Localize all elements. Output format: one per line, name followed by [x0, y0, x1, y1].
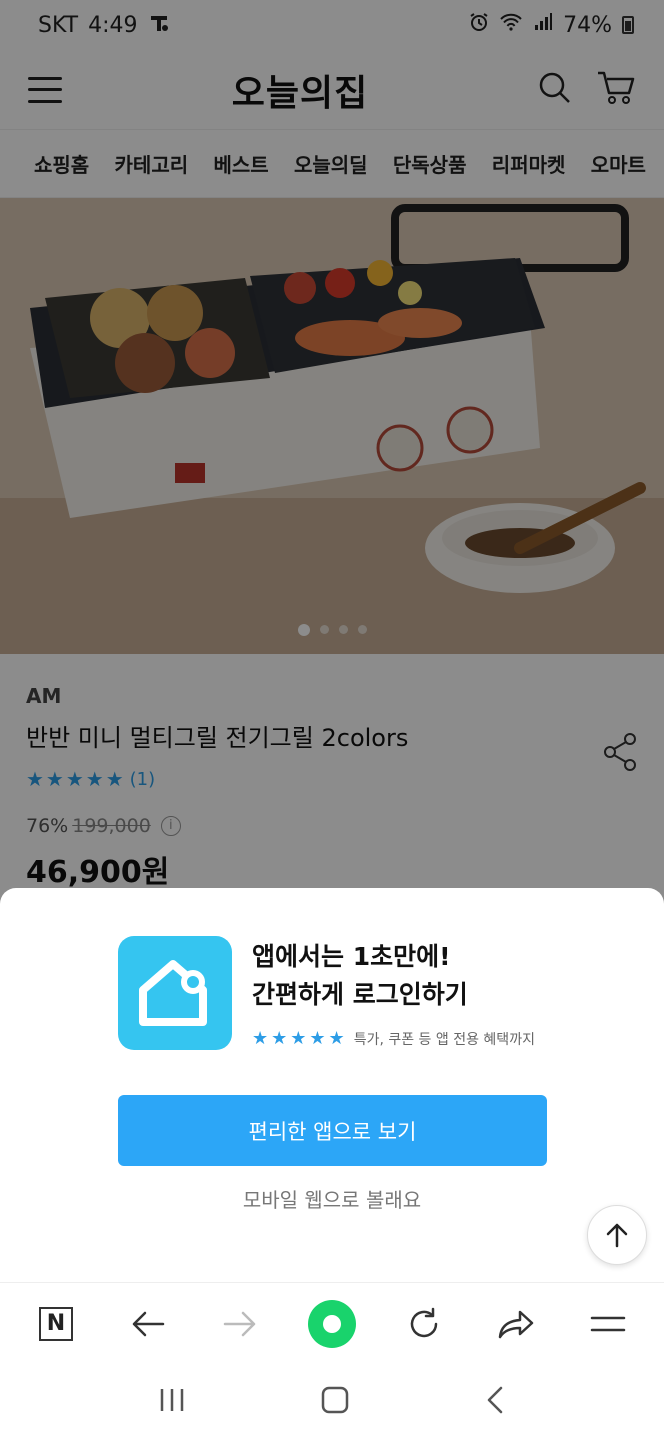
wifi-icon: [499, 12, 523, 38]
grill-product-image: [0, 198, 664, 654]
search-icon[interactable]: [538, 71, 572, 109]
product-image-carousel[interactable]: [0, 198, 664, 654]
category-tabs: 쇼핑홈 카테고리 베스트 오늘의딜 단독상품 리퍼마켓 오마트: [0, 130, 664, 198]
refresh-icon: [410, 1307, 438, 1337]
browser-toolbar: N: [0, 1282, 664, 1364]
discount-rate: 76%: [26, 815, 69, 837]
scroll-to-top-button[interactable]: [587, 1205, 647, 1265]
original-price: 199,000: [72, 815, 151, 837]
recent-apps-button[interactable]: [157, 1386, 187, 1418]
carousel-dot[interactable]: [297, 624, 310, 636]
tab-exclusive[interactable]: 단독상품: [393, 149, 467, 178]
rating-stars: ★★★★★: [26, 767, 126, 791]
carousel-indicator: [0, 624, 664, 636]
forward-button[interactable]: [208, 1292, 272, 1356]
promo-subline: ★★★★★ 특가, 쿠폰 등 앱 전용 혜택까지: [252, 1028, 612, 1049]
ohouse-app-icon: [118, 936, 232, 1050]
open-app-button[interactable]: 편리한 앱으로 보기: [118, 1095, 547, 1166]
tab-shopping-home[interactable]: 쇼핑홈: [34, 149, 89, 178]
promo-headline-1: 앱에서는 1초만에!: [252, 942, 451, 971]
hamburger-menu-icon[interactable]: [28, 76, 62, 103]
login-promo: 앱에서는 1초만에! 간편하게 로그인하기 ★★★★★ 특가, 쿠폰 등 앱 전…: [252, 938, 612, 1049]
naver-n-icon: N: [39, 1306, 73, 1341]
home-icon: [321, 1386, 349, 1414]
arrow-up-icon: [606, 1223, 628, 1248]
back-button[interactable]: [116, 1292, 180, 1356]
clock: 4:49: [88, 12, 138, 38]
brand-name[interactable]: AM: [26, 684, 638, 708]
carousel-dot[interactable]: [338, 625, 348, 634]
product-title: 반반 미니 멀티그릴 전기그릴 2colors: [26, 724, 409, 752]
carousel-dot[interactable]: [357, 625, 367, 634]
price-details: 76% 199,000 i: [26, 815, 638, 837]
alarm-icon: [469, 12, 489, 38]
promo-stars: ★★★★★: [252, 1028, 348, 1049]
sale-price: 46,900원: [26, 855, 170, 890]
system-nav-bar: [0, 1364, 664, 1440]
site-logo[interactable]: 오늘의집: [62, 64, 538, 116]
tab-category[interactable]: 카테고리: [115, 149, 189, 178]
app-install-sheet: 앱에서는 1초만에! 간편하게 로그인하기 ★★★★★ 특가, 쿠폰 등 앱 전…: [0, 888, 664, 1282]
naver-home-button[interactable]: N: [24, 1292, 88, 1356]
info-icon[interactable]: i: [160, 816, 181, 836]
share-icon[interactable]: [602, 732, 638, 776]
continue-mobile-web-link[interactable]: 모바일 웹으로 볼래요: [0, 1184, 664, 1213]
recent-apps-icon: [160, 1389, 183, 1411]
green-dot-button[interactable]: [300, 1292, 364, 1356]
tab-omart[interactable]: 오마트: [591, 149, 646, 178]
status-bar: SKT 4:49 74%: [0, 0, 664, 50]
product-info: AM 반반 미니 멀티그릴 전기그릴 2colors ★★★★★ (1) 76%…: [0, 654, 664, 891]
tmap-icon: [148, 12, 170, 39]
share-arrow-icon: [498, 1310, 534, 1338]
signal-icon: [533, 12, 553, 38]
carrier-label: SKT: [38, 12, 79, 38]
green-dot-icon: [308, 1299, 356, 1348]
promo-subtext: 특가, 쿠폰 등 앱 전용 혜택까지: [353, 1031, 535, 1048]
system-back-button[interactable]: [483, 1385, 507, 1419]
tab-refurb-market[interactable]: 리퍼마켓: [492, 149, 566, 178]
battery-icon: [622, 16, 634, 34]
site-header: 오늘의집: [0, 50, 664, 130]
battery-percent: 74%: [563, 12, 612, 38]
cart-icon[interactable]: [596, 69, 636, 111]
tab-todays-deal[interactable]: 오늘의딜: [294, 149, 368, 178]
promo-headline-2: 간편하게 로그인하기: [252, 980, 468, 1009]
chevron-left-icon: [488, 1386, 503, 1414]
refresh-button[interactable]: [392, 1292, 456, 1356]
product-rating[interactable]: ★★★★★ (1): [26, 767, 638, 791]
home-button[interactable]: [320, 1385, 350, 1419]
review-count[interactable]: (1): [130, 769, 156, 790]
menu-lines-icon: [590, 1316, 626, 1331]
carousel-dot[interactable]: [319, 625, 329, 634]
arrow-right-icon: [223, 1311, 256, 1336]
browser-menu-button[interactable]: [576, 1292, 640, 1356]
tab-best[interactable]: 베스트: [213, 149, 268, 178]
arrow-left-icon: [132, 1311, 165, 1336]
share-page-button[interactable]: [484, 1292, 548, 1356]
